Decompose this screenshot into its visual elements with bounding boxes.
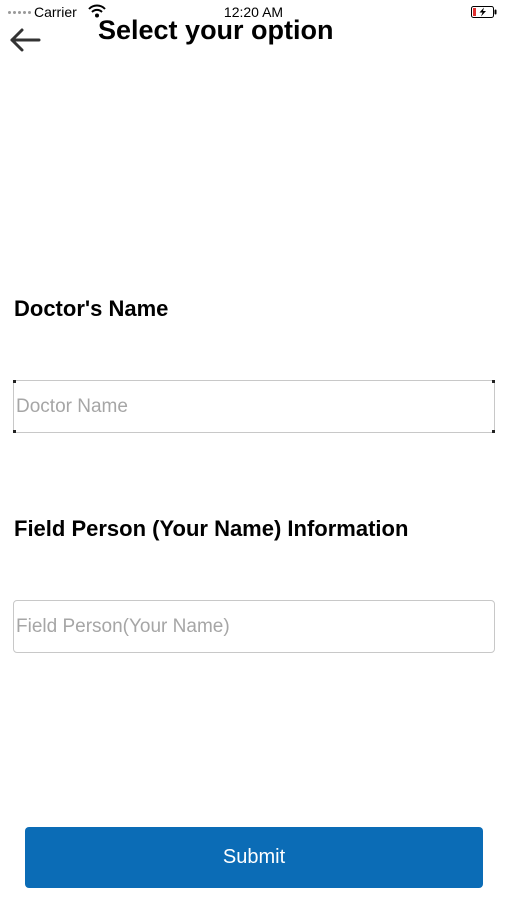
focus-corner-tl xyxy=(13,380,16,383)
field-person-label: Field Person (Your Name) Information xyxy=(14,516,409,541)
doctor-name-label: Doctor's Name xyxy=(14,296,169,321)
focus-corner-bl xyxy=(13,430,16,433)
back-button[interactable] xyxy=(8,26,44,54)
page-title: Select your option xyxy=(98,15,334,45)
field-person-input[interactable] xyxy=(13,600,495,653)
focus-corner-tr xyxy=(492,380,495,383)
arrow-left-icon xyxy=(10,28,41,52)
doctor-name-input[interactable] xyxy=(13,380,495,433)
focus-corner-br xyxy=(492,430,495,433)
submit-button[interactable]: Submit xyxy=(25,827,483,888)
battery-charging-icon xyxy=(471,6,497,18)
